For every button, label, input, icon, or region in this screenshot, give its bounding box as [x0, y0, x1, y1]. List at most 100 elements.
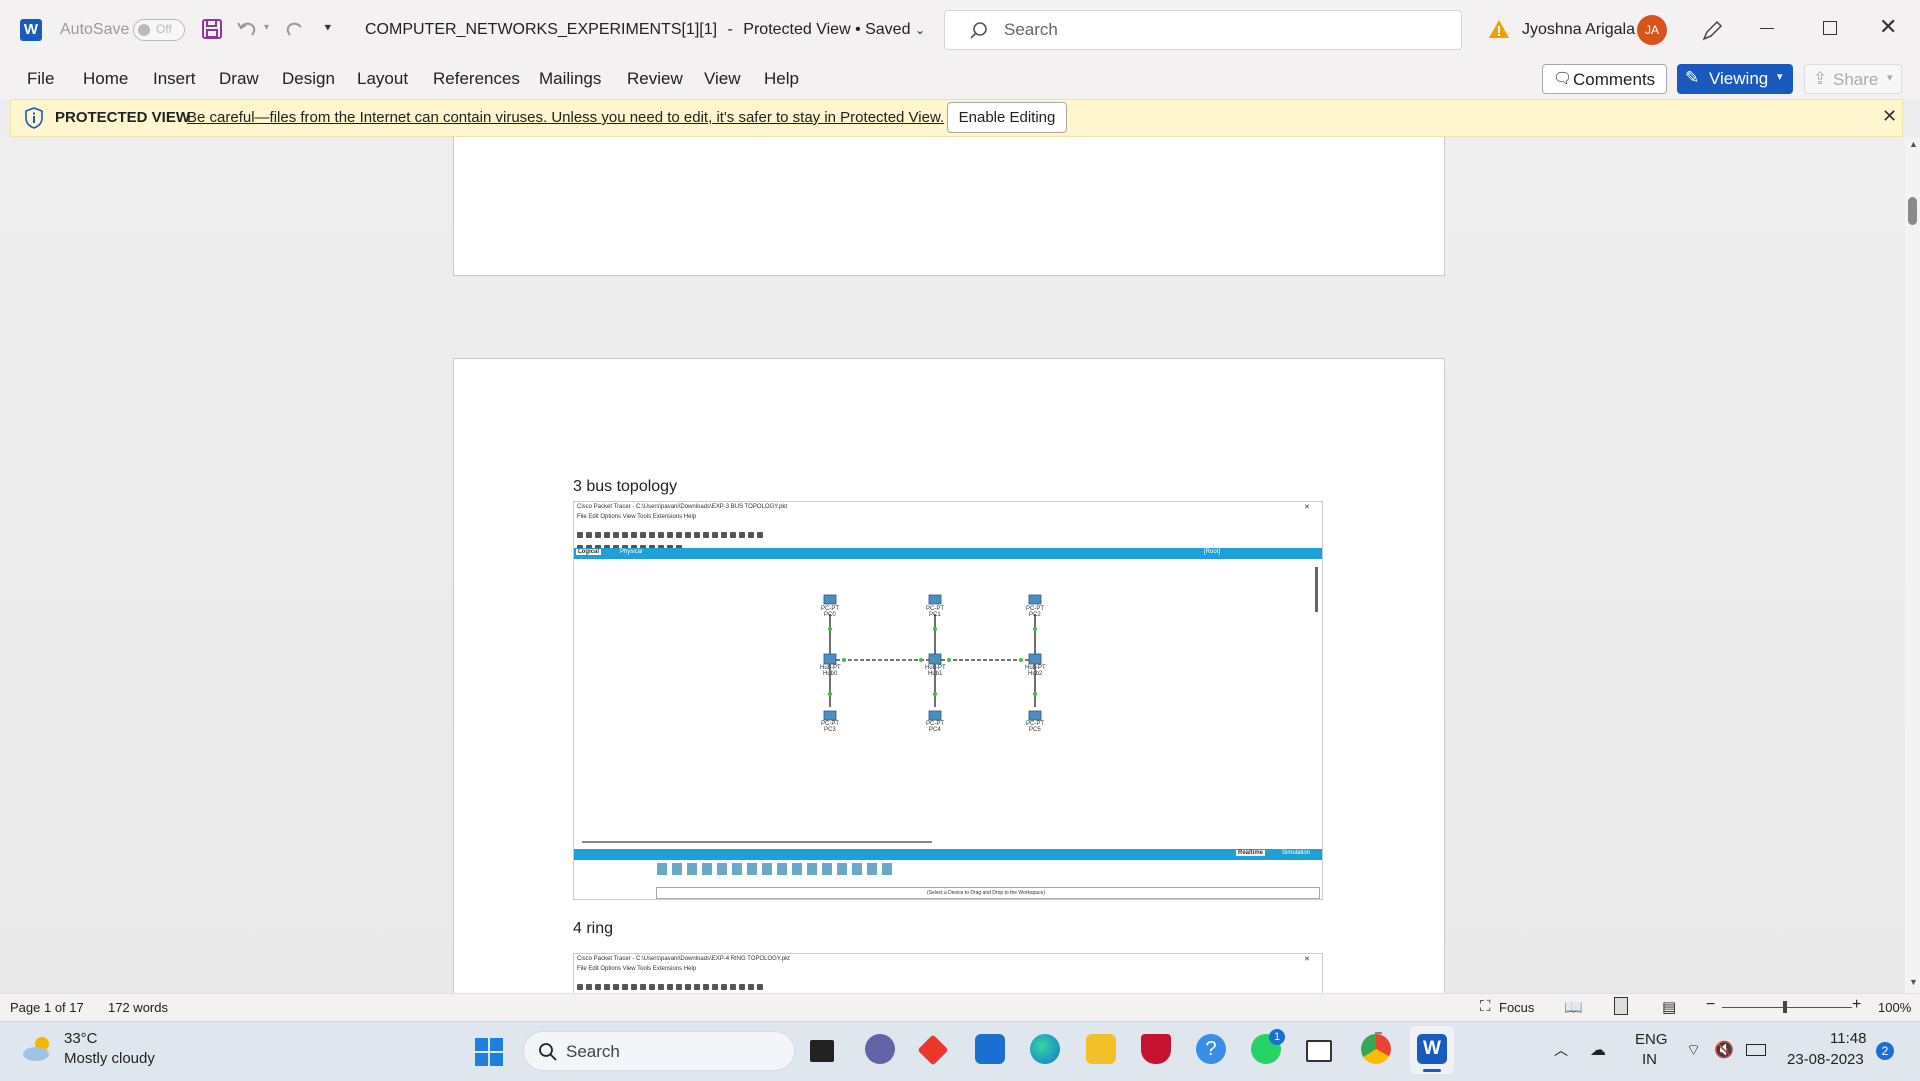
enable-editing-button[interactable]: Enable Editing [947, 102, 1067, 133]
edge-browser-icon[interactable] [1030, 1034, 1060, 1064]
tab-layout[interactable]: Layout [357, 69, 408, 89]
pen-edit-icon: ✎ [1685, 68, 1700, 87]
taskbar [0, 1021, 1920, 1081]
viewing-mode-button[interactable]: ✎ Viewing ▾ [1677, 64, 1793, 94]
tab-file[interactable]: File [27, 69, 54, 89]
task-view-icon[interactable] [810, 1040, 834, 1062]
hub-label: Hub1 [928, 671, 943, 677]
share-button[interactable]: ⇪ Share ▾ [1804, 64, 1902, 94]
store-icon[interactable] [975, 1034, 1005, 1064]
zoom-slider[interactable] [1722, 1001, 1852, 1013]
document-name: COMPUTER_NETWORKS_EXPERIMENTS[1][1] [365, 21, 718, 38]
avatar[interactable]: JA [1637, 15, 1667, 45]
taskbar-search[interactable]: Search [523, 1031, 795, 1071]
notification-badge[interactable]: 2 [1876, 1042, 1894, 1060]
chevron-down-icon: ▾ [1887, 72, 1893, 84]
tab-insert[interactable]: Insert [153, 69, 196, 89]
app-window-icon[interactable] [1306, 1040, 1332, 1062]
comments-button[interactable]: 🗨 Comments [1542, 64, 1667, 94]
mcafee-icon[interactable] [1141, 1034, 1171, 1064]
title-separator: - [727, 21, 733, 38]
weather-temperature[interactable]: 33°C [64, 1030, 98, 1047]
pkt-device-list: (Select a Device to Drag and Drop to the… [656, 887, 1320, 899]
pc-label: PC1 [929, 612, 941, 618]
pen-icon[interactable] [1700, 19, 1724, 48]
pkt-device-palette [657, 863, 897, 875]
language-code[interactable]: ENG [1635, 1031, 1668, 1048]
tab-references[interactable]: References [433, 69, 520, 89]
hub-label: Hub2 [1028, 671, 1043, 677]
print-layout-icon[interactable] [1614, 997, 1628, 1015]
word-count[interactable]: 172 words [108, 1000, 168, 1015]
search-icon [539, 1043, 557, 1061]
tab-home[interactable]: Home [83, 69, 128, 89]
clock-date[interactable]: 23-08-2023 [1787, 1051, 1864, 1068]
chevron-up-icon[interactable]: ︿ [1554, 1040, 1568, 1060]
document-title[interactable]: COMPUTER_NETWORKS_EXPERIMENTS[1][1] - Pr… [365, 21, 925, 39]
autosave-toggle[interactable]: Off [133, 19, 185, 41]
tab-mailings[interactable]: Mailings [539, 69, 601, 89]
word-taskbar-tile[interactable]: W [1410, 1026, 1454, 1074]
focus-mode-button[interactable]: Focus [1499, 1000, 1534, 1015]
tab-view[interactable]: View [704, 69, 741, 89]
restore-icon[interactable] [1823, 21, 1837, 35]
share-icon: ⇪ [1813, 69, 1828, 88]
speaker-muted-icon[interactable]: 🔇 [1714, 1040, 1734, 1060]
document-canvas[interactable]: 3 bus topology Cisco Packet Tracer - C:\… [0, 137, 1905, 993]
weather-description[interactable]: Mostly cloudy [64, 1050, 155, 1067]
windows-start-icon[interactable] [474, 1037, 504, 1072]
web-layout-icon[interactable]: ▤ [1662, 998, 1676, 1016]
tab-help[interactable]: Help [764, 69, 799, 89]
weather-icon[interactable] [20, 1034, 56, 1069]
pkt-title: Cisco Packet Tracer - C:\Users\pavani\Do… [577, 504, 788, 510]
warning-icon[interactable] [1488, 18, 1510, 45]
file-explorer-icon[interactable] [1086, 1034, 1116, 1064]
pc-label: PC4 [929, 727, 941, 733]
autosave-label: AutoSave [60, 21, 130, 38]
pkt-physical-tab: Physical [620, 549, 643, 555]
document-status: Protected View • Saved [743, 21, 911, 38]
tab-draw[interactable]: Draw [219, 69, 259, 89]
user-name[interactable]: Jyoshna Arigala [1522, 21, 1635, 39]
banner-close-icon[interactable]: ✕ [1882, 106, 1897, 127]
pkt-realtime-tab: Realtime [1236, 850, 1266, 856]
redo-icon[interactable] [283, 17, 307, 46]
minimize-icon[interactable] [1760, 28, 1774, 29]
pkt-simulation-tab: Simulation [1282, 850, 1311, 856]
clock-time[interactable]: 11:48 [1830, 1030, 1866, 1047]
word-app-icon: W [20, 19, 42, 41]
status-bar: Page 1 of 17 172 words ⛶ Focus 📖 ▤ − + 1… [0, 993, 1920, 1022]
tab-review[interactable]: Review [627, 69, 683, 89]
read-mode-icon[interactable]: 📖 [1564, 998, 1583, 1016]
zoom-in-icon[interactable]: + [1852, 996, 1861, 1014]
pkt-menus: File Edit Options View Tools Extensions … [577, 514, 697, 520]
zoom-level[interactable]: 100% [1878, 1000, 1911, 1015]
search-box[interactable]: Search [944, 10, 1462, 50]
zoom-slider-handle[interactable] [1783, 1001, 1787, 1013]
chrome-icon[interactable] [1361, 1034, 1391, 1064]
scroll-up-icon[interactable]: ▲ [1909, 139, 1918, 149]
teams-chat-icon[interactable] [865, 1034, 895, 1064]
tab-design[interactable]: Design [282, 69, 335, 89]
pkt-menus: File Edit Options View Tools Extensions … [577, 966, 697, 972]
wifi-icon[interactable]: ⌔ [1686, 1040, 1701, 1060]
pkt-logical-tab: Logical [576, 549, 602, 555]
scroll-thumb[interactable] [1908, 197, 1917, 225]
search-icon [970, 22, 987, 39]
battery-icon[interactable] [1746, 1044, 1766, 1056]
page-count[interactable]: Page 1 of 17 [10, 1000, 84, 1015]
language-region[interactable]: IN [1642, 1051, 1657, 1068]
undo-icon[interactable] [235, 17, 259, 46]
close-icon[interactable]: ✕ [1879, 14, 1897, 40]
scroll-down-icon[interactable]: ▼ [1909, 977, 1918, 987]
help-icon[interactable]: ? [1196, 1034, 1226, 1064]
customize-toolbar-icon[interactable]: ⯆ [323, 21, 333, 36]
banner-message-link[interactable]: Be careful—files from the Internet can c… [187, 109, 944, 126]
zoom-out-icon[interactable]: − [1706, 996, 1715, 1014]
vertical-scrollbar[interactable]: ▲ ▼ [1905, 137, 1920, 993]
focus-icon[interactable]: ⛶ [1480, 998, 1491, 1015]
undo-dropdown-icon[interactable]: ▾ [264, 22, 269, 33]
save-icon[interactable] [201, 18, 223, 45]
chrome-running-indicator [1375, 1032, 1382, 1034]
onedrive-icon[interactable]: ☁ [1590, 1040, 1606, 1060]
